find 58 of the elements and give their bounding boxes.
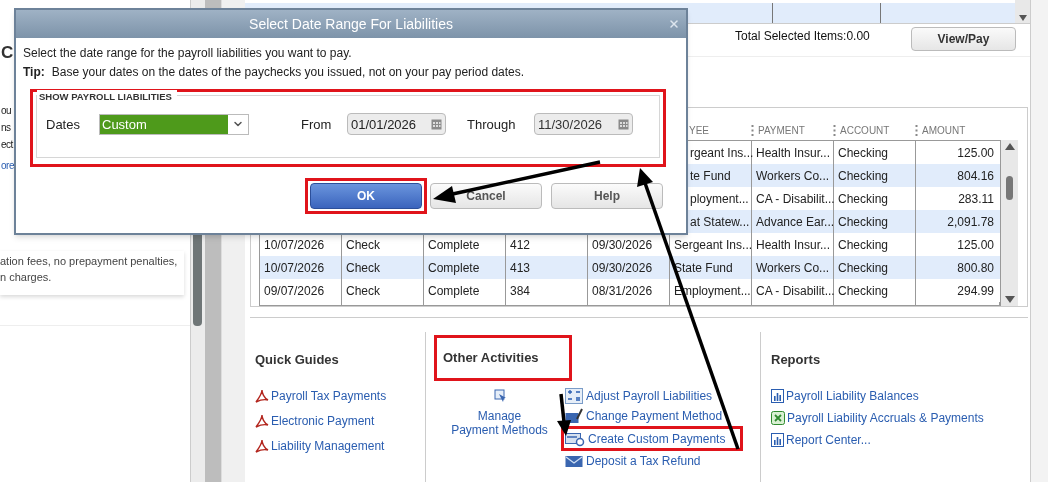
- table-cell-text: Sergeant Ins...: [674, 236, 753, 254]
- section-heading: Other Activities: [443, 349, 539, 368]
- panel-heading: C: [1, 44, 14, 62]
- table-cell-text: CA - Disabilit...: [756, 282, 835, 300]
- table-cell-text: 09/07/2026: [264, 282, 325, 300]
- table-cell-text: 2,091.78: [947, 213, 994, 231]
- table-cell-text: 804.16: [957, 167, 994, 185]
- table-cell-text: 10/07/2026: [264, 259, 325, 277]
- table-cell-text: Checking: [838, 282, 889, 300]
- field-label: Dates: [46, 115, 81, 134]
- table-cell-text: Workers Co...: [756, 167, 830, 185]
- total-selected: Total Selected Items:0.00: [735, 28, 870, 45]
- field-label: From: [301, 115, 333, 134]
- table-cell-text: 384: [510, 282, 531, 300]
- table-cell-text: te Fund: [689, 167, 731, 185]
- dialog-title: Select Date Range For Liabilities: [249, 14, 453, 34]
- field-label: Through: [467, 115, 517, 134]
- table-cell-text: Checking: [838, 190, 889, 208]
- table-cell-text: 09/30/2026: [592, 259, 653, 277]
- section-heading: Reports: [771, 351, 822, 368]
- table-cell-text: Advance Ear...: [756, 213, 835, 231]
- tip-label: Tip:: [23, 64, 45, 80]
- table-cell-text: CA - Disabilit...: [756, 190, 835, 208]
- panel-text: ns: [1, 121, 11, 135]
- table-cell-text: Health Insur...: [756, 144, 831, 162]
- table-cell-text: 08/31/2026: [592, 282, 653, 300]
- table-cell-text: rgeant Ins...: [689, 144, 754, 162]
- table-cell-text: 294.99: [957, 282, 994, 300]
- table-cell-text: Checking: [838, 167, 889, 185]
- instruction-text: Select the date range for the payroll liabilities you want to pay.: [23, 45, 353, 61]
- table-cell-text: Workers Co...: [756, 259, 830, 277]
- table-cell-text: 412: [510, 236, 531, 254]
- table-cell-text: Check: [346, 236, 380, 254]
- section-heading: Quick Guides: [255, 351, 340, 368]
- table-cell-text: Checking: [838, 144, 889, 162]
- table-cell-text: Complete: [428, 282, 480, 300]
- table-cell-text: 125.00: [957, 236, 994, 254]
- table-cell-text: ployment...: [689, 190, 749, 208]
- table-cell-text: Health Insur...: [756, 236, 831, 254]
- table-cell-text: Complete: [428, 236, 480, 254]
- table-cell-text: 09/30/2026: [592, 236, 653, 254]
- card-text: n charges.: [0, 270, 53, 285]
- table-cell-text: 10/07/2026: [264, 236, 325, 254]
- table-cell-text: Complete: [428, 259, 480, 277]
- table-cell-text: 800.80: [957, 259, 994, 277]
- table-cell-text: at Statew...: [689, 213, 750, 231]
- table-cell-text: Check: [346, 259, 380, 277]
- panel-text: ou: [1, 104, 12, 118]
- panel-text: ect: [1, 138, 13, 152]
- table-cell-text: 125.00: [957, 144, 994, 162]
- table-cell-text: 283.11: [958, 190, 994, 208]
- table-cell-text: Checking: [838, 259, 889, 277]
- tip-text: Base your dates on the dates of the paychecks you issued, not on your pay period dates.: [51, 64, 525, 80]
- card-text: ation fees, no prepayment penalties,: [0, 254, 179, 269]
- table-cell-text: Check: [346, 282, 380, 300]
- table-cell-text: 413: [510, 259, 531, 277]
- table-cell-text: Checking: [838, 213, 889, 231]
- table-cell-text: Checking: [838, 236, 889, 254]
